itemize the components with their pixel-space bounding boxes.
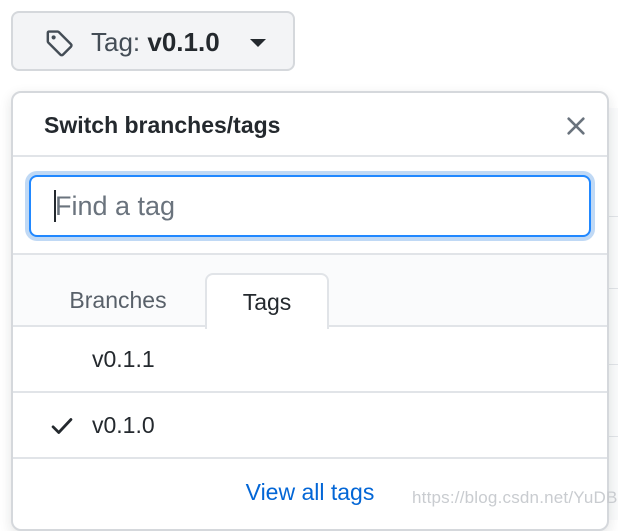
text-cursor (54, 190, 56, 222)
check-icon (51, 418, 73, 434)
current-ref-name: v0.1.0 (147, 27, 220, 57)
filter-area (13, 157, 607, 255)
tab-branches[interactable]: Branches (43, 273, 193, 327)
tab-tags[interactable]: Tags (205, 273, 329, 329)
tag-name: v0.1.0 (92, 412, 155, 438)
view-all-tags-link[interactable]: View all tags (246, 477, 375, 507)
tag-name: v0.1.1 (92, 346, 155, 372)
close-icon[interactable] (563, 113, 589, 139)
tag-button-label: Tag: v0.1.0 (91, 27, 220, 57)
find-tag-input[interactable] (29, 175, 591, 237)
tag-button-prefix: Tag: (91, 27, 141, 57)
watermark: https://blog.csdn.net/YuDBL (412, 488, 618, 507)
tag-list-item[interactable]: v0.1.0 (13, 393, 607, 459)
tag-icon (46, 30, 73, 57)
tag-select-button[interactable]: Tag: v0.1.0 (11, 11, 295, 71)
branch-tag-dropdown: Switch branches/tags Branches Tags v0.1.… (11, 91, 609, 531)
caret-down-icon (250, 39, 266, 47)
dropdown-title: Switch branches/tags (44, 112, 281, 138)
tag-list-item[interactable]: v0.1.1 (13, 327, 607, 393)
dropdown-header: Switch branches/tags (13, 93, 607, 157)
ref-type-tabs: Branches Tags (13, 255, 607, 329)
